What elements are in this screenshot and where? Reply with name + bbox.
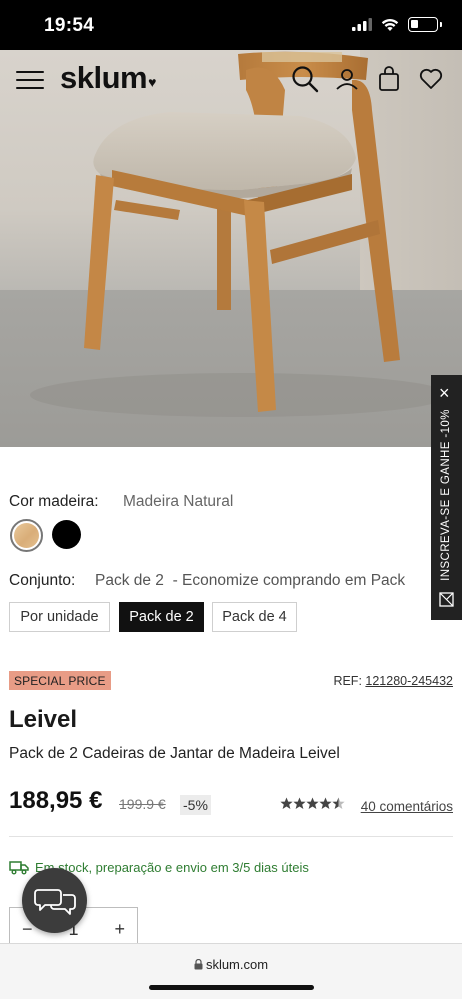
swatch-natural-wood[interactable] (10, 519, 43, 552)
cart-icon[interactable] (374, 64, 404, 94)
ref-number[interactable]: 121280-245432 (365, 674, 453, 688)
chat-button[interactable] (22, 868, 87, 933)
status-bar: 19:54 (0, 0, 462, 50)
wood-color-label: Cor madeira: (9, 493, 99, 510)
product-ref: REF: 121280-245432 (333, 674, 453, 688)
stock-text: Em stock, preparação e envio em 3/5 dias… (35, 860, 309, 875)
set-value: Pack de 2 (95, 572, 164, 589)
menu-icon[interactable] (16, 71, 44, 89)
close-icon[interactable]: × (439, 384, 450, 402)
browser-url-bar[interactable]: sklum.com (0, 943, 462, 999)
header-icons (290, 64, 446, 94)
site-header: sklum♥ (0, 50, 462, 108)
option-pack-4-button[interactable]: Pack de 4 (212, 602, 297, 632)
newsletter-tab-label: INSCREVA-SE E GANHE -10% (440, 409, 452, 581)
swatch-black[interactable] (52, 520, 81, 549)
wifi-icon (381, 19, 399, 31)
url-text: sklum.com (205, 957, 269, 972)
truck-icon (9, 861, 29, 875)
logo[interactable]: sklum♥ (60, 60, 156, 96)
option-per-unit-button[interactable]: Por unidade (9, 602, 110, 632)
product-gallery[interactable] (0, 50, 462, 447)
old-price: 199.9 € (119, 796, 166, 812)
option-pack-2-button[interactable]: Pack de 2 (119, 602, 204, 632)
mail-icon (439, 592, 454, 607)
product-subtitle: Pack de 2 Cadeiras de Jantar de Madeira … (9, 745, 340, 762)
battery-icon (408, 17, 442, 32)
rating-stars-icon[interactable] (280, 797, 346, 813)
reviews-link[interactable]: 40 comentários (361, 799, 453, 814)
quantity-plus-button[interactable]: + (114, 919, 125, 940)
heart-icon[interactable] (416, 64, 446, 94)
home-indicator[interactable] (149, 985, 314, 990)
newsletter-side-tab[interactable]: × INSCREVA-SE E GANHE -10% (431, 375, 462, 620)
product-image-chair (30, 51, 450, 417)
set-value-line: Pack de 2 - Economize comprando em Pack (95, 572, 435, 590)
logo-heart-icon: ♥ (148, 74, 156, 90)
lock-icon (194, 958, 203, 970)
current-price: 188,95 € (9, 787, 103, 814)
discount-badge: -5% (180, 795, 211, 815)
product-title: Leivel (9, 706, 78, 733)
signal-icon (352, 18, 372, 31)
status-icons (352, 17, 442, 32)
divider (9, 836, 453, 837)
account-icon[interactable] (332, 64, 362, 94)
set-note: - Economize comprando em Pack (172, 572, 406, 589)
ref-label: REF: (333, 674, 362, 688)
url-display[interactable]: sklum.com (0, 957, 462, 972)
wood-color-value: Madeira Natural (123, 493, 234, 510)
set-label: Conjunto: (9, 572, 76, 589)
chat-bubbles-icon (33, 888, 76, 915)
star-rating-icon (280, 797, 345, 809)
status-time: 19:54 (44, 15, 95, 36)
logo-text: sklum (60, 60, 148, 95)
search-icon[interactable] (290, 64, 320, 94)
special-price-badge: SPECIAL PRICE (9, 671, 111, 690)
